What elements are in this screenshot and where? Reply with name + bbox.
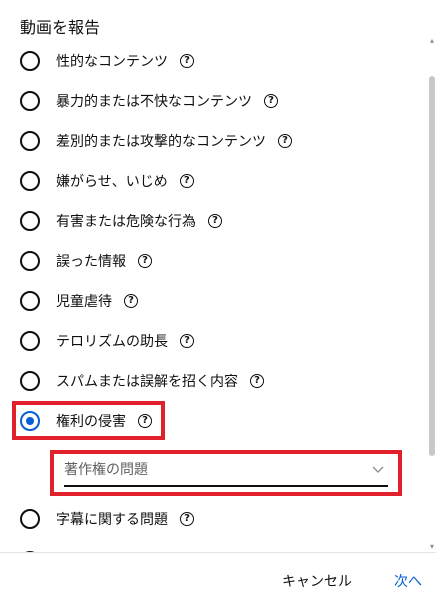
report-video-dialog: 動画を報告 性的なコンテンツ ? 暴力的または不快なコンテンツ ? 差別的または… <box>0 0 436 604</box>
option-label: 誤った情報 <box>56 254 126 270</box>
option-label: 字幕に関する問題 <box>56 512 168 528</box>
help-icon[interactable]: ? <box>179 174 194 188</box>
radio-icon[interactable] <box>20 331 40 351</box>
help-icon[interactable]: ? <box>138 254 152 268</box>
help-icon[interactable]: ? <box>264 94 278 108</box>
radio-icon[interactable] <box>20 91 40 111</box>
dialog-footer: キャンセル 次へ <box>0 552 436 605</box>
option-label: 嫌がらせ、いじめ <box>56 174 168 190</box>
help-icon[interactable]: ? <box>124 294 138 308</box>
radio-icon[interactable] <box>20 251 40 271</box>
option-label: 暴力的または不快なコンテンツ <box>56 94 252 110</box>
option-sexual-content[interactable]: 性的なコンテンツ ? <box>20 46 194 76</box>
option-label: スパムまたは誤解を招く内容 <box>56 374 238 390</box>
option-label: 差別的または攻撃的なコンテンツ <box>56 134 266 150</box>
option-violent-content[interactable]: 暴力的または不快なコンテンツ ? <box>20 86 278 116</box>
radio-icon[interactable] <box>20 291 40 311</box>
option-terrorism[interactable]: テロリズムの助長 ? <box>20 326 194 356</box>
scroll-down-icon[interactable]: ▾ <box>429 543 435 551</box>
option-spam[interactable]: スパムまたは誤解を招く内容 ? <box>20 366 264 396</box>
option-harmful-acts[interactable]: 有害または危険な行為 ? <box>20 206 222 236</box>
option-label: 有害または危険な行為 <box>56 214 196 230</box>
scroll-up-icon[interactable]: ▴ <box>429 37 435 45</box>
radio-icon[interactable] <box>20 171 40 191</box>
dialog-title: 動画を報告 <box>20 18 101 37</box>
option-label: 児童虐待 <box>56 294 112 310</box>
help-icon[interactable]: ? <box>180 54 194 68</box>
next-button[interactable]: 次へ <box>394 571 422 591</box>
highlight-box <box>50 450 402 496</box>
radio-icon[interactable] <box>20 509 40 529</box>
option-child-abuse[interactable]: 児童虐待 ? <box>20 286 138 316</box>
help-icon[interactable]: ? <box>180 334 194 348</box>
help-icon[interactable]: ? <box>250 374 264 388</box>
option-label: テロリズムの助長 <box>56 334 168 350</box>
highlight-box <box>12 401 165 440</box>
radio-icon[interactable] <box>20 371 40 391</box>
option-hateful-content[interactable]: 差別的または攻撃的なコンテンツ ? <box>20 126 292 156</box>
option-label: 性的なコンテンツ <box>56 54 168 70</box>
help-icon[interactable]: ? <box>208 214 222 228</box>
radio-icon[interactable] <box>20 131 40 151</box>
report-reasons-list[interactable]: 性的なコンテンツ ? 暴力的または不快なコンテンツ ? 差別的または攻撃的なコン… <box>0 40 436 552</box>
scroll-thumb[interactable] <box>429 76 435 456</box>
option-misinformation[interactable]: 誤った情報 ? <box>20 246 152 276</box>
option-captions-issue[interactable]: 字幕に関する問題 ? <box>20 504 194 534</box>
radio-icon[interactable] <box>20 51 40 71</box>
radio-icon[interactable] <box>20 211 40 231</box>
cancel-button[interactable]: キャンセル <box>282 571 352 591</box>
scrollbar[interactable]: ▴ ▾ <box>428 36 436 552</box>
option-harassment[interactable]: 嫌がらせ、いじめ ? <box>20 166 194 196</box>
help-icon[interactable]: ? <box>180 512 194 526</box>
help-icon[interactable]: ? <box>278 134 292 148</box>
